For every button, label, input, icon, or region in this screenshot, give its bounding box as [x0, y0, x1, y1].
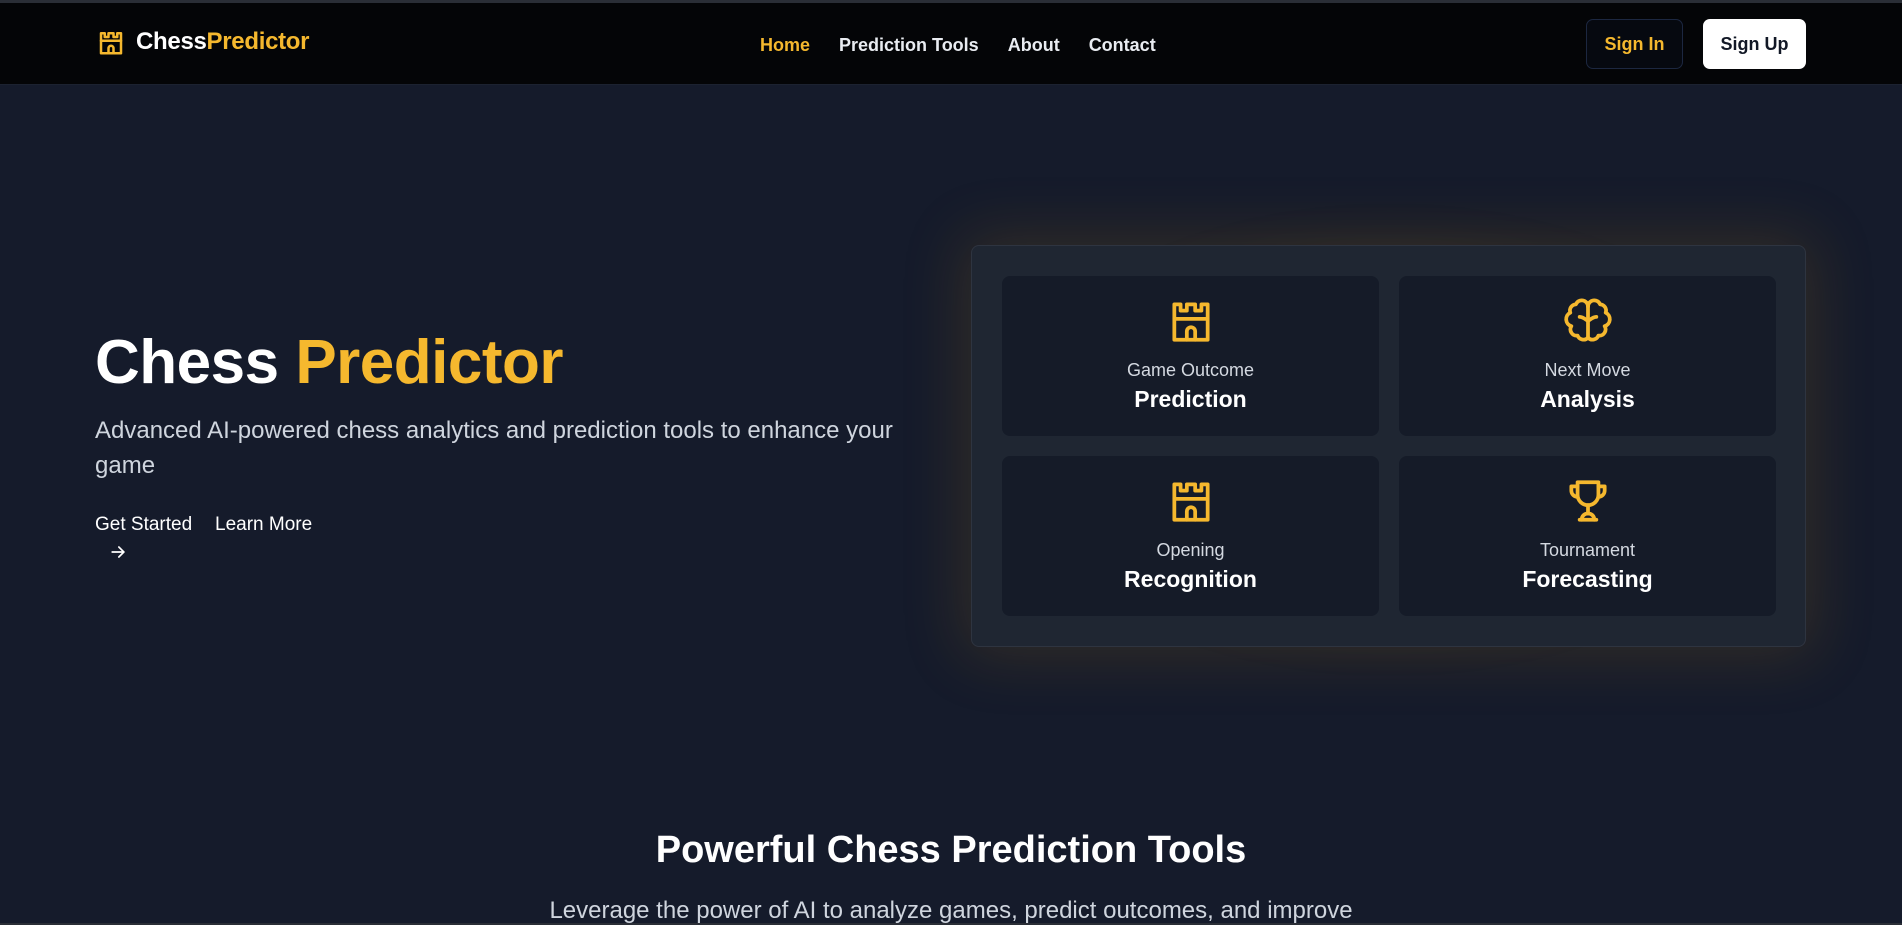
feature-card-title: Prediction — [1134, 386, 1247, 412]
nav-prediction-tools-link[interactable]: Prediction Tools — [839, 35, 979, 56]
learn-more-button[interactable]: Learn More — [215, 514, 312, 536]
section-title: Powerful Chess Prediction Tools — [655, 829, 1247, 871]
hero-title-part1: Chess — [95, 328, 279, 397]
feature-card-title: Recognition — [1124, 566, 1257, 592]
brand-name-part2: Predictor — [206, 28, 310, 55]
brain-icon — [1563, 298, 1612, 342]
sign-in-button[interactable]: Sign In — [1586, 19, 1683, 69]
get-started-label: Get Started — [95, 514, 193, 535]
brand-logo[interactable]: ChessPredictor — [96, 27, 310, 57]
navbar: ChessPredictor Home Prediction Tools Abo… — [0, 3, 1902, 85]
feature-card-subtitle: Tournament — [1539, 540, 1636, 560]
features-panel: Game Outcome Prediction Next Move Analys… — [971, 245, 1806, 647]
section-subtitle: Leverage the power of AI to analyze game… — [549, 897, 1353, 924]
hero-subtitle: Advanced AI-powered chess analytics and … — [95, 417, 893, 479]
main-nav: Home Prediction Tools About Contact — [760, 35, 1156, 56]
feature-card-subtitle: Game Outcome — [1126, 360, 1255, 380]
castle-icon — [1171, 302, 1210, 342]
castle-icon — [1171, 482, 1210, 522]
arrow-right-icon — [111, 546, 125, 558]
hero-title: Chess Predictor — [95, 327, 564, 399]
feature-card-title: Forecasting — [1522, 566, 1653, 592]
sign-up-button[interactable]: Sign Up — [1703, 19, 1806, 69]
feature-card-subtitle: Opening — [1156, 540, 1225, 560]
brand-name-part1: Chess — [136, 28, 207, 55]
nav-about-link[interactable]: About — [1008, 35, 1060, 56]
nav-contact-link[interactable]: Contact — [1089, 35, 1156, 56]
get-started-button[interactable]: Get Started — [95, 514, 192, 536]
feature-card-analysis[interactable]: Next Move Analysis — [1399, 276, 1776, 436]
brand-name: ChessPredictor — [136, 28, 310, 56]
hero-title-part2: Predictor — [295, 328, 564, 397]
feature-card-subtitle: Next Move — [1544, 360, 1631, 380]
feature-card-prediction[interactable]: Game Outcome Prediction — [1002, 276, 1379, 436]
trophy-icon — [1568, 480, 1607, 522]
nav-home-link[interactable]: Home — [760, 35, 810, 56]
castle-icon — [99, 32, 123, 55]
feature-card-title: Analysis — [1540, 386, 1635, 412]
feature-card-forecasting[interactable]: Tournament Forecasting — [1399, 456, 1776, 616]
feature-card-recognition[interactable]: Opening Recognition — [1002, 456, 1379, 616]
